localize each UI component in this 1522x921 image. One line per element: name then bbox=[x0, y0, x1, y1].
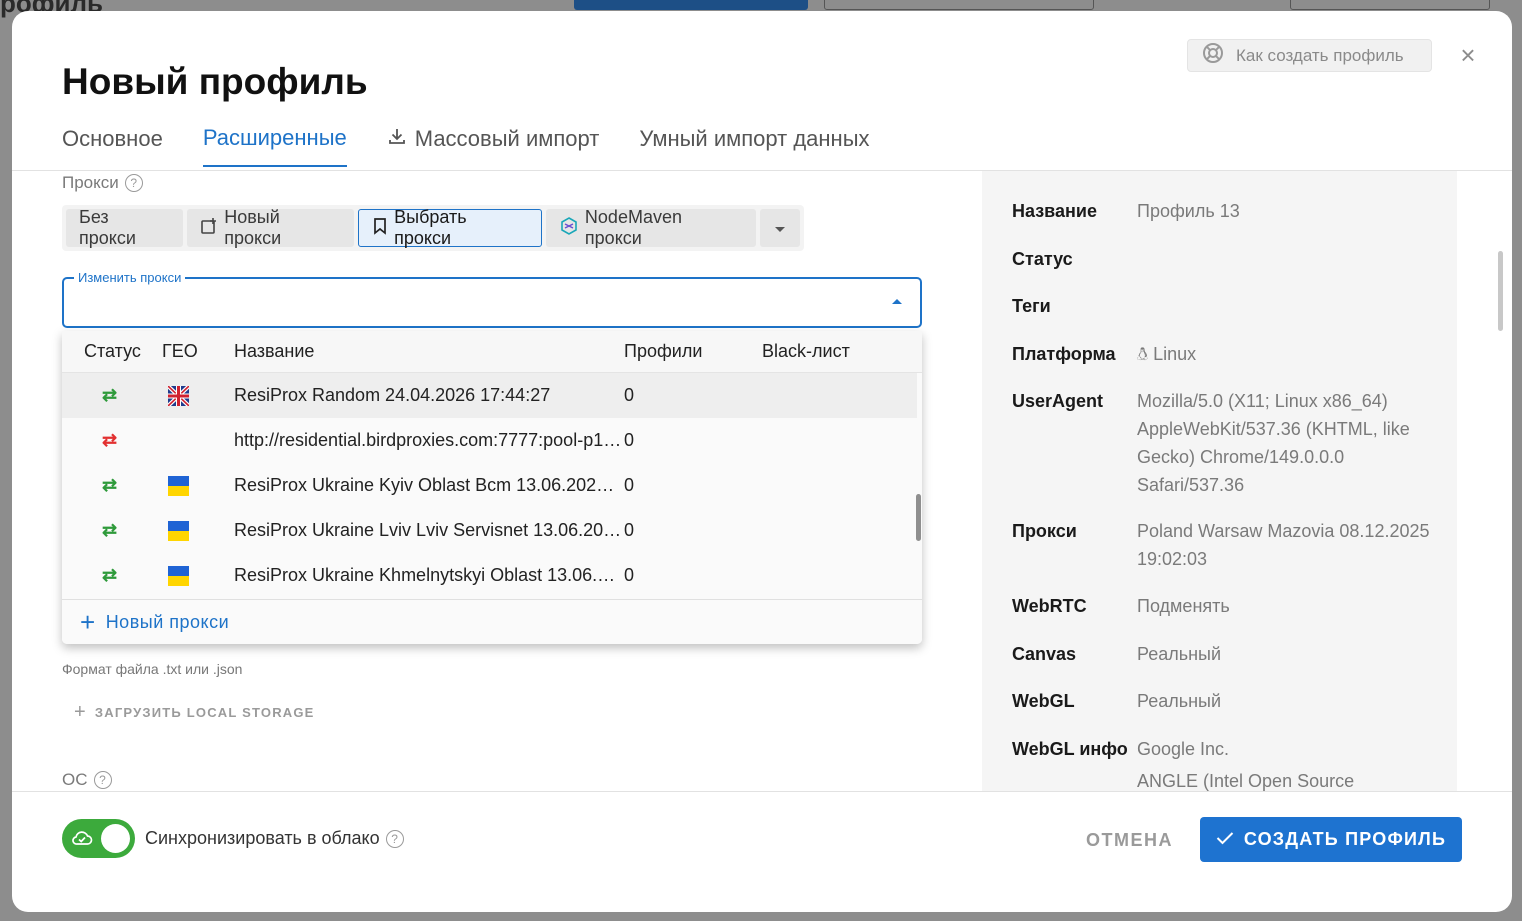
new-proxy-button[interactable]: Новый прокси bbox=[187, 207, 355, 248]
proxy-row[interactable]: ⇄ ResiProx Ukraine Khmelnytskyi Oblast 1… bbox=[62, 553, 922, 598]
header-profiles: Профили bbox=[624, 341, 703, 361]
proxy-profiles-count: 0 bbox=[624, 520, 635, 540]
download-icon bbox=[387, 126, 407, 152]
no-proxy-button[interactable]: Без прокси bbox=[66, 207, 184, 248]
proxy-more-dropdown[interactable] bbox=[760, 209, 800, 247]
proxy-name: ResiProx Ukraine Lviv Lviv Servisnet 13.… bbox=[234, 520, 624, 540]
status-ok-icon: ⇄ bbox=[102, 385, 118, 405]
summary-row-useragent: UserAgent Mozilla/5.0 (X11; Linux x86_64… bbox=[1012, 391, 1410, 495]
proxy-dropdown-list: Статус ГЕО Название Профили Black-лист ⇄… bbox=[62, 331, 922, 644]
proxy-table-header: Статус ГЕО Название Профили Black-лист bbox=[62, 331, 922, 373]
tab-bar: Основное Расширенные Массовый импорт Умн… bbox=[62, 121, 910, 167]
plus-icon: + bbox=[74, 701, 87, 723]
proxy-name: http://residential.birdproxies.com:7777:… bbox=[234, 430, 624, 450]
cloud-sync-label: Синхронизировать в облако ? bbox=[145, 828, 404, 849]
summary-row-platform: Платформа 🐧︎ Linux bbox=[1012, 344, 1197, 364]
caret-down-icon bbox=[774, 218, 786, 239]
modal-title: Новый профиль bbox=[62, 61, 368, 102]
cancel-button[interactable]: ОТМЕНА bbox=[1072, 826, 1187, 854]
summary-row-webgl: WebGL Реальный bbox=[1012, 691, 1222, 711]
proxy-section-label: Прокси ? bbox=[62, 173, 143, 193]
plus-icon: + bbox=[80, 607, 96, 637]
tab-basic[interactable]: Основное bbox=[62, 121, 163, 167]
cloud-sync-toggle[interactable] bbox=[62, 819, 135, 858]
footer-divider bbox=[12, 791, 1512, 792]
cloud-icon bbox=[71, 828, 93, 848]
help-icon[interactable]: ? bbox=[124, 174, 143, 192]
proxy-row[interactable]: ⇄ ResiProx Random 24.04.2026 17:44:27 0 bbox=[62, 373, 917, 418]
tab-bulk-import[interactable]: Массовый импорт bbox=[387, 121, 599, 167]
uk-flag-icon bbox=[168, 386, 189, 407]
summary-row-proxy: Прокси Poland Warsaw Mazovia 08.12.2025 … bbox=[1012, 521, 1430, 569]
summary-row-canvas: Canvas Реальный bbox=[1012, 644, 1222, 664]
proxy-profiles-count: 0 bbox=[624, 430, 635, 450]
tab-smart-import[interactable]: Умный импорт данных bbox=[639, 121, 869, 167]
proxy-profiles-count: 0 bbox=[624, 385, 635, 405]
nodemaven-proxy-button[interactable]: NodeMaven прокси bbox=[545, 207, 757, 248]
main-scrollbar[interactable] bbox=[1498, 251, 1503, 331]
caret-up-icon bbox=[892, 299, 902, 304]
summary-row-status: Статус bbox=[1012, 249, 1073, 269]
add-square-icon bbox=[200, 217, 218, 240]
upload-local-storage-button[interactable]: + ЗАГРУЗИТЬ LOCAL STORAGE bbox=[74, 701, 315, 724]
checkmark-icon bbox=[1216, 829, 1234, 850]
background-create-button bbox=[574, 0, 808, 10]
background-search bbox=[1290, 0, 1490, 10]
status-ok-icon: ⇄ bbox=[102, 475, 118, 495]
profile-summary-panel: Название Профиль 13 Статус Теги Платформ… bbox=[982, 171, 1457, 791]
ukraine-flag-icon bbox=[168, 476, 189, 497]
proxy-row[interactable]: ⇄ http://residential.birdproxies.com:777… bbox=[62, 418, 922, 463]
file-format-note: Формат файла .txt или .json bbox=[62, 661, 243, 677]
status-ok-icon: ⇄ bbox=[102, 565, 118, 585]
change-proxy-select[interactable]: Изменить прокси bbox=[62, 270, 922, 328]
proxy-row[interactable]: ⇄ ResiProx Ukraine Kyiv Oblast Bcm 13.06… bbox=[62, 463, 922, 508]
bookmark-icon bbox=[372, 217, 388, 240]
summary-row-webrtc: WebRTC Подменять bbox=[1012, 596, 1230, 616]
proxy-row[interactable]: ⇄ ResiProx Ukraine Lviv Lviv Servisnet 1… bbox=[62, 508, 922, 553]
how-to-create-button[interactable]: Как создать профиль bbox=[1187, 39, 1432, 72]
status-ok-icon: ⇄ bbox=[102, 520, 118, 540]
header-status: Статус bbox=[84, 341, 141, 361]
dropdown-scrollbar[interactable] bbox=[916, 494, 921, 541]
summary-row-tags: Теги bbox=[1012, 296, 1051, 316]
header-blacklist: Black-лист bbox=[762, 341, 850, 361]
help-icon[interactable]: ? bbox=[93, 771, 112, 789]
background-quick-button bbox=[824, 0, 1094, 10]
linux-icon: 🐧︎ bbox=[1137, 344, 1149, 364]
proxy-name: ResiProx Ukraine Khmelnytskyi Oblast 13.… bbox=[234, 565, 624, 585]
how-to-create-label: Как создать профиль bbox=[1236, 45, 1404, 65]
nodemaven-logo-icon bbox=[559, 216, 579, 241]
ukraine-flag-icon bbox=[168, 521, 189, 542]
change-proxy-label: Изменить прокси bbox=[74, 270, 186, 285]
toggle-knob bbox=[101, 824, 130, 853]
proxy-name: ResiProx Random 24.04.2026 17:44:27 bbox=[234, 385, 551, 405]
status-error-icon: ⇄ bbox=[102, 430, 118, 450]
tab-advanced[interactable]: Расширенные bbox=[202, 121, 347, 167]
summary-row-webgl-info: WebGL инфо Google Inc. ANGLE (Intel Open… bbox=[1012, 739, 1355, 791]
proxy-mode-segmented: Без прокси Новый прокси Выбрать прокси N… bbox=[62, 205, 804, 251]
create-profile-button[interactable]: СОЗДАТЬ ПРОФИЛЬ bbox=[1200, 817, 1462, 862]
close-icon[interactable]: × bbox=[1457, 42, 1479, 68]
proxy-profiles-count: 0 bbox=[624, 565, 635, 585]
proxy-profiles-count: 0 bbox=[624, 475, 635, 495]
new-profile-modal: Как создать профиль × Новый профиль Осно… bbox=[12, 11, 1512, 912]
summary-row-name: Название Профиль 13 bbox=[1012, 201, 1240, 221]
ukraine-flag-icon bbox=[168, 566, 189, 587]
header-name: Название bbox=[234, 341, 315, 361]
select-proxy-button[interactable]: Выбрать прокси bbox=[358, 207, 542, 248]
add-new-proxy-link[interactable]: + Новый прокси bbox=[62, 599, 922, 644]
help-icon[interactable]: ? bbox=[385, 829, 404, 848]
header-geo: ГЕО bbox=[162, 341, 198, 361]
lifebuoy-icon bbox=[1202, 42, 1224, 69]
os-section-label: ОС ? bbox=[62, 770, 112, 790]
proxy-name: ResiProx Ukraine Kyiv Oblast Bcm 13.06.2… bbox=[234, 475, 624, 495]
